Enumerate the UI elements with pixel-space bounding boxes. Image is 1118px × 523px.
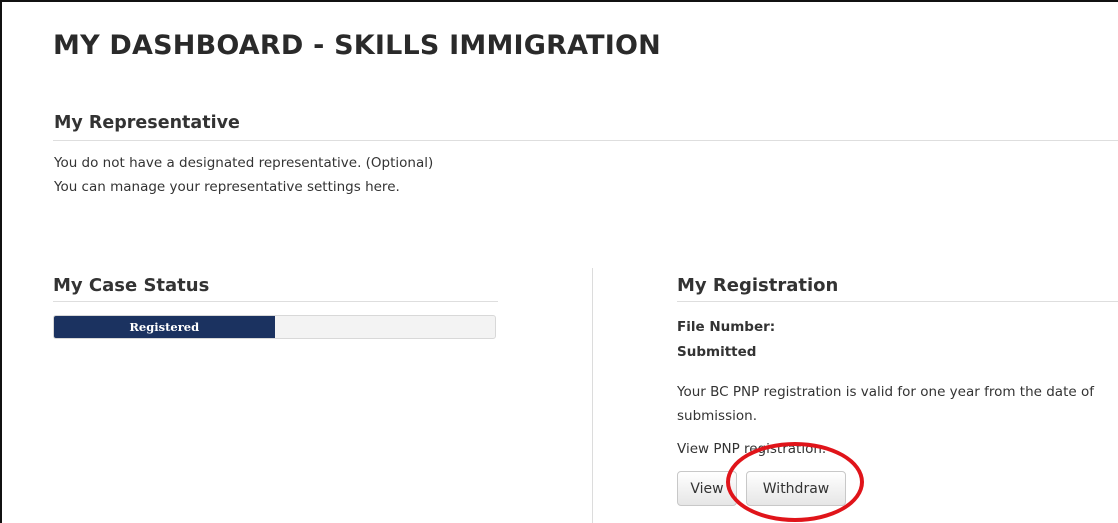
case-status-heading: My Case Status [53, 275, 210, 296]
representative-settings-line[interactable]: You can manage your representative setti… [54, 179, 400, 195]
withdraw-button[interactable]: Withdraw [746, 471, 846, 506]
file-number-label: File Number: [677, 319, 776, 335]
representative-notice: You do not have a designated representat… [54, 155, 434, 171]
view-button[interactable]: View [677, 471, 737, 506]
representative-settings-link[interactable]: You can manage your representative setti… [54, 179, 400, 195]
page-title: MY DASHBOARD - SKILLS IMMIGRATION [53, 30, 661, 61]
registration-heading: My Registration [677, 275, 839, 296]
window-frame [0, 0, 1118, 523]
column-divider [592, 268, 593, 523]
representative-divider [53, 140, 1118, 141]
validity-text: Your BC PNP registration is valid for on… [677, 384, 1094, 424]
registration-divider [677, 301, 1118, 302]
representative-heading: My Representative [54, 113, 240, 133]
registration-status: Submitted [677, 344, 757, 360]
case-status-divider [53, 301, 498, 302]
case-status-progress-bar: Registered [53, 315, 496, 339]
view-registration-link[interactable]: View PNP registration. [677, 441, 826, 457]
progress-label: Registered [129, 320, 200, 334]
